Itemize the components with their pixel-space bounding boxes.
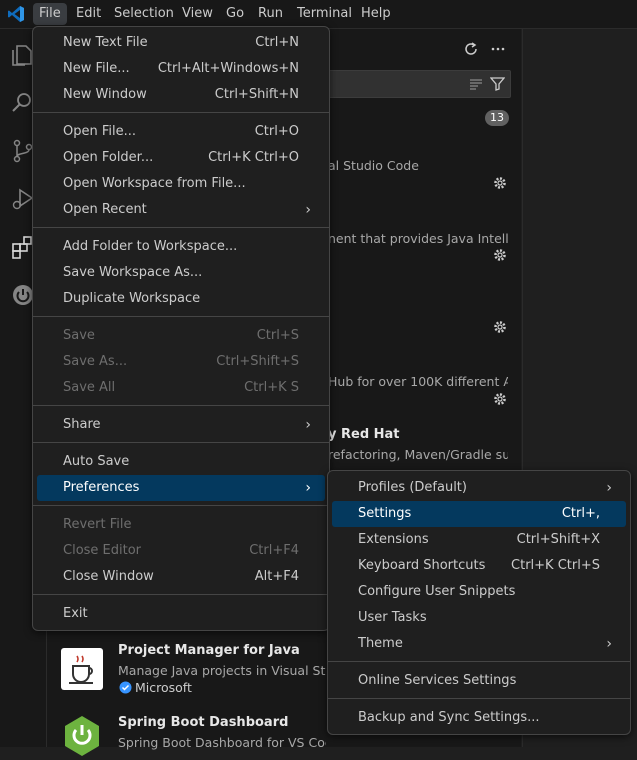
menu-item-close-editor: Close Editor Ctrl+F4 [63, 543, 299, 558]
menu-item-new-file[interactable]: New File... Ctrl+Alt+Windows+N [37, 56, 325, 82]
menu-item-save-all: Save All Ctrl+K S [63, 380, 299, 395]
installed-count-badge: 13 [485, 110, 509, 126]
menu-item-duplicate-workspace[interactable]: Duplicate Workspace [37, 286, 325, 312]
extension-description-fragment: Hub for over 100K different A... [328, 374, 508, 389]
chevron-right-icon: › [606, 480, 612, 496]
filter-icon[interactable] [490, 76, 505, 91]
gear-icon[interactable] [493, 176, 507, 190]
extension-description: Manage Java projects in Visual Studio [118, 663, 326, 678]
menu-item-open-file[interactable]: Open File... Ctrl+O [37, 119, 325, 145]
menu-item-extensions[interactable]: Extensions Ctrl+Shift+X [332, 527, 626, 553]
gear-icon[interactable] [493, 392, 507, 406]
menu-item-add-folder[interactable]: Add Folder to Workspace... [37, 234, 325, 260]
chevron-right-icon: › [305, 480, 311, 496]
menu-item-user-snippets[interactable]: Configure User Snippets [332, 579, 626, 605]
extension-description: Spring Boot Dashboard for VS Code [118, 735, 326, 750]
menu-separator [33, 594, 329, 595]
menu-item-auto-save[interactable]: Auto Save [37, 449, 325, 475]
extensions-search-input[interactable] [327, 70, 511, 98]
verified-badge-icon [119, 681, 132, 694]
menu-separator [33, 405, 329, 406]
menu-item-share[interactable]: Share › [37, 412, 325, 438]
menu-item-revert-file: Revert File [63, 517, 132, 532]
gear-icon[interactable] [493, 248, 507, 262]
extension-publisher[interactable]: Microsoft [135, 680, 192, 695]
clear-filter-icon[interactable] [469, 77, 483, 91]
menu-edit[interactable]: Edit [70, 3, 107, 25]
project-manager-java-logo [61, 648, 103, 690]
extension-name[interactable]: Project Manager for Java [118, 643, 300, 658]
spring-power-icon [65, 716, 99, 756]
menu-item-save-as: Save As... Ctrl+Shift+S [63, 354, 299, 369]
menu-item-backup-sync-settings[interactable]: Backup and Sync Settings... [332, 705, 626, 731]
menu-item-save-workspace-as[interactable]: Save Workspace As... [37, 260, 325, 286]
menu-selection[interactable]: Selection [108, 3, 180, 25]
menu-run[interactable]: Run [252, 3, 289, 25]
menu-item-settings[interactable]: Settings Ctrl+, [332, 501, 626, 527]
menu-item-user-tasks[interactable]: User Tasks [332, 605, 626, 631]
menu-item-exit[interactable]: Exit [37, 601, 325, 627]
menu-item-new-text-file[interactable]: New Text File Ctrl+N [37, 30, 325, 56]
extension-name-fragment: y Red Hat [328, 427, 400, 442]
spring-boot-dashboard-logo [61, 714, 103, 756]
menu-file[interactable]: File [33, 3, 67, 25]
extension-description-fragment: nent that provides Java Intelli... [328, 231, 508, 246]
preferences-submenu: Profiles (Default) › Settings Ctrl+, Exten… [327, 470, 631, 735]
chevron-right-icon: › [305, 202, 311, 218]
refresh-icon[interactable] [463, 41, 479, 57]
vscode-logo-icon [8, 6, 24, 22]
menu-separator [328, 698, 630, 699]
extension-name[interactable]: Spring Boot Dashboard [118, 715, 288, 730]
gear-icon[interactable] [493, 320, 507, 334]
menu-separator [33, 316, 329, 317]
menu-item-save: Save Ctrl+S [63, 328, 299, 343]
menu-item-open-workspace[interactable]: Open Workspace from File... [37, 171, 325, 197]
menu-item-open-folder[interactable]: Open Folder... Ctrl+K Ctrl+O [37, 145, 325, 171]
menu-item-new-window[interactable]: New Window Ctrl+Shift+N [37, 82, 325, 108]
menu-separator [33, 227, 329, 228]
menu-item-online-services-settings[interactable]: Online Services Settings [332, 668, 626, 694]
menu-view[interactable]: View [176, 3, 219, 25]
menu-item-profiles[interactable]: Profiles (Default) › [332, 475, 626, 501]
menu-separator [33, 112, 329, 113]
java-coffee-icon [69, 655, 93, 684]
extension-description-fragment: al Studio Code [328, 158, 419, 173]
menu-item-close-window[interactable]: Close Window Alt+F4 [37, 564, 325, 590]
file-menu: New Text File Ctrl+N New File... Ctrl+Alt+… [32, 26, 330, 631]
chevron-right-icon: › [305, 417, 311, 433]
more-actions-icon[interactable] [490, 41, 506, 57]
chevron-right-icon: › [606, 636, 612, 652]
menu-terminal[interactable]: Terminal [291, 3, 358, 25]
menu-item-theme[interactable]: Theme › [332, 631, 626, 657]
extension-description-fragment: refactoring, Maven/Gradle su... [328, 447, 508, 462]
menu-help[interactable]: Help [355, 3, 397, 25]
menu-separator [328, 661, 630, 662]
menu-item-open-recent[interactable]: Open Recent › [37, 197, 325, 223]
menu-item-preferences[interactable]: Preferences › [37, 475, 325, 501]
menu-separator [33, 505, 329, 506]
menu-go[interactable]: Go [220, 3, 250, 25]
menu-separator [33, 442, 329, 443]
title-bar: File Edit Selection View Go Run Terminal… [0, 0, 637, 29]
menu-item-keyboard-shortcuts[interactable]: Keyboard Shortcuts Ctrl+K Ctrl+S [332, 553, 626, 579]
